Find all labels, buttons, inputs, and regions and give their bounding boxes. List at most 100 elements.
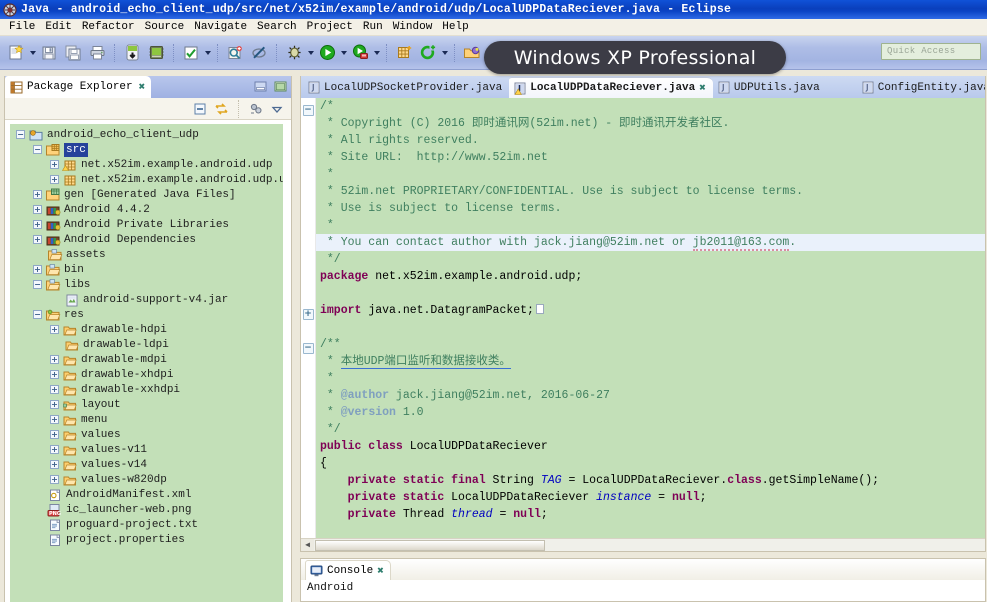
expand-icon[interactable]: + <box>33 220 42 229</box>
tree-row[interactable]: drawable-ldpi <box>10 337 283 352</box>
run-dropdown-arrow[interactable] <box>339 42 348 64</box>
expand-icon[interactable]: + <box>50 460 59 469</box>
collapse-icon[interactable]: − <box>33 310 42 319</box>
tree-row[interactable]: + Android Dependencies <box>10 232 283 247</box>
new-wizard-icon[interactable] <box>5 42 27 64</box>
collapse-icon[interactable]: − <box>33 280 42 289</box>
tree-row[interactable]: proguard-project.txt <box>10 517 283 532</box>
new-java-class-icon[interactable] <box>417 42 439 64</box>
expand-icon[interactable]: + <box>33 265 42 274</box>
expand-icon[interactable]: + <box>33 205 42 214</box>
tree-row[interactable]: assets <box>10 247 283 262</box>
fold-expand-icon[interactable]: + <box>302 309 314 320</box>
editor-horizontal-scrollbar[interactable]: ◀ <box>301 538 985 551</box>
close-icon[interactable]: ✖ <box>699 81 706 95</box>
menu-search[interactable]: Search <box>252 19 302 36</box>
tree-row[interactable]: + drawable-hdpi <box>10 322 283 337</box>
editor-tab-0[interactable]: J LocalUDPSocketProvider.java <box>303 77 509 98</box>
menu-window[interactable]: Window <box>388 19 438 36</box>
new-java-package-icon[interactable] <box>393 42 415 64</box>
project-tree[interactable]: − android_echo_client_udp − src + net.x52im.e… <box>10 124 283 602</box>
view-menu-icon[interactable] <box>268 100 286 118</box>
tab-package-explorer[interactable]: Package Explorer ✖ <box>5 76 152 98</box>
scrollbar-thumb[interactable] <box>315 539 545 551</box>
tree-row[interactable]: + bin <box>10 262 283 277</box>
menu-source[interactable]: Source <box>140 19 190 36</box>
run-icon[interactable] <box>316 42 338 64</box>
expand-icon[interactable]: + <box>33 190 42 199</box>
expand-icon[interactable]: + <box>50 175 59 184</box>
tree-row[interactable]: + drawable-xxhdpi <box>10 382 283 397</box>
tree-row[interactable]: project.properties <box>10 532 283 547</box>
tree-row[interactable]: + gen [Generated Java Files] <box>10 187 283 202</box>
new-wizard-dropdown-arrow[interactable] <box>28 42 37 64</box>
debug-icon[interactable] <box>283 42 305 64</box>
build-check-icon[interactable] <box>180 42 202 64</box>
tree-row[interactable]: + values-v14 <box>10 457 283 472</box>
new-java-class-dropdown-arrow[interactable] <box>440 42 449 64</box>
open-task-icon[interactable] <box>461 42 483 64</box>
tab-console[interactable]: Console ✖ <box>305 560 391 580</box>
editor-tab-3[interactable]: J ConfigEntity.java <box>857 77 985 98</box>
menu-navigate[interactable]: Navigate <box>189 19 252 36</box>
tree-row[interactable]: − src <box>10 142 283 157</box>
editor-tab-2[interactable]: J UDPUtils.java <box>713 77 827 98</box>
tree-row[interactable]: + values-w820dp <box>10 472 283 487</box>
menu-refactor[interactable]: Refactor <box>77 19 140 36</box>
tree-row[interactable]: − android_echo_client_udp <box>10 127 283 142</box>
menu-edit[interactable]: Edit <box>40 19 76 36</box>
android-sdk-manager-icon[interactable] <box>121 42 143 64</box>
expand-icon[interactable]: + <box>50 355 59 364</box>
print-icon[interactable] <box>86 42 108 64</box>
android-avd-manager-icon[interactable] <box>145 42 167 64</box>
tree-row[interactable]: + net.x52im.example.android.udp <box>10 157 283 172</box>
scroll-left-icon[interactable]: ◀ <box>301 539 314 551</box>
menu-file[interactable]: File <box>4 19 40 36</box>
tree-row[interactable]: AndroidManifest.xml <box>10 487 283 502</box>
expand-icon[interactable]: + <box>50 385 59 394</box>
expand-icon[interactable]: + <box>50 325 59 334</box>
run-external-tools-icon[interactable] <box>349 42 371 64</box>
menu-help[interactable]: Help <box>437 19 473 36</box>
tree-row[interactable]: − res <box>10 307 283 322</box>
collapse-all-icon[interactable] <box>191 100 209 118</box>
tree-row[interactable]: + net.x52im.example.android.udp.uti <box>10 172 283 187</box>
link-with-editor-icon[interactable] <box>212 100 230 118</box>
expand-icon[interactable]: + <box>50 430 59 439</box>
save-all-icon[interactable] <box>62 42 84 64</box>
minimize-icon[interactable] <box>253 79 267 93</box>
expand-icon[interactable]: + <box>50 445 59 454</box>
editor-fold-gutter[interactable]: − + − <box>301 98 315 551</box>
expand-icon[interactable]: + <box>33 235 42 244</box>
tree-row[interactable]: + values-v11 <box>10 442 283 457</box>
expand-icon[interactable]: + <box>50 475 59 484</box>
view-menu-filters-icon[interactable] <box>247 100 265 118</box>
close-icon[interactable]: ✖ <box>377 564 384 578</box>
tree-row[interactable]: + values <box>10 427 283 442</box>
save-icon[interactable] <box>38 42 60 64</box>
debug-dropdown-arrow[interactable] <box>306 42 315 64</box>
tree-row[interactable]: + Android 4.4.2 <box>10 202 283 217</box>
menu-run[interactable]: Run <box>358 19 388 36</box>
close-icon[interactable]: ✖ <box>139 80 146 94</box>
tree-row[interactable]: + drawable-xhdpi <box>10 367 283 382</box>
fold-collapse-icon[interactable]: − <box>302 343 314 354</box>
expand-icon[interactable]: + <box>50 415 59 424</box>
tree-row[interactable]: + drawable-mdpi <box>10 352 283 367</box>
expand-icon[interactable]: + <box>50 370 59 379</box>
editor-tab-1[interactable]: J LocalUDPDataReciever.java ✖ <box>509 77 713 98</box>
tree-row[interactable]: PNG ic_launcher-web.png <box>10 502 283 517</box>
external-tools-dropdown-arrow[interactable] <box>372 42 381 64</box>
tree-row[interactable]: − libs <box>10 277 283 292</box>
maximize-icon[interactable] <box>273 79 287 93</box>
collapse-icon[interactable]: − <box>33 145 42 154</box>
fold-collapse-icon[interactable]: − <box>302 105 314 116</box>
tree-row[interactable]: + layout <box>10 397 283 412</box>
expand-icon[interactable]: + <box>50 160 59 169</box>
quick-access-input[interactable]: Quick Access <box>881 43 981 60</box>
skip-breakpoints-icon[interactable] <box>248 42 270 64</box>
tree-row[interactable]: + menu <box>10 412 283 427</box>
expand-icon[interactable]: + <box>50 400 59 409</box>
collapse-icon[interactable]: − <box>16 130 25 139</box>
tree-row[interactable]: + Android Private Libraries <box>10 217 283 232</box>
